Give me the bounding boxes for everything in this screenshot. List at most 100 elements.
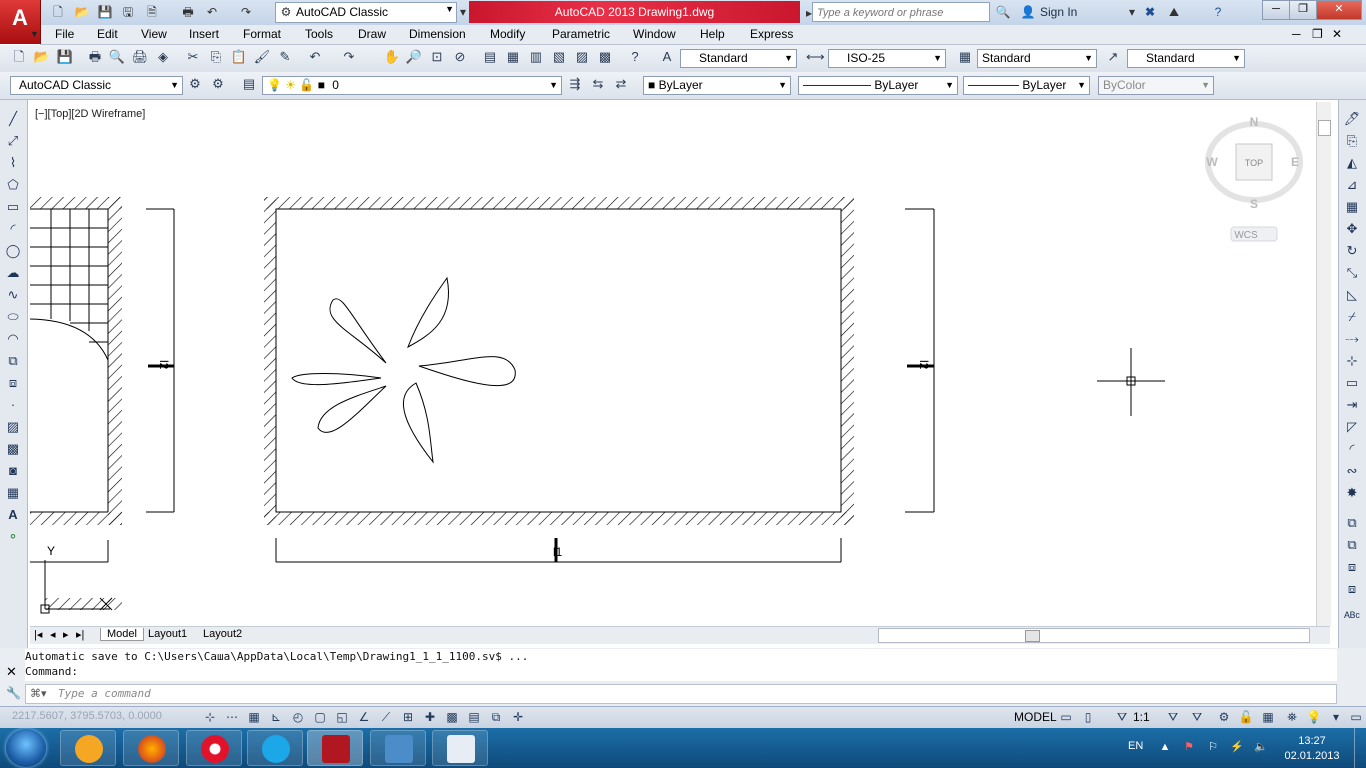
zoom-window-icon[interactable]: ⊡: [428, 48, 446, 66]
isolate-objects-icon[interactable]: ⛯: [1284, 709, 1300, 725]
binoculars-icon[interactable]: 🔍: [995, 4, 1011, 20]
quick-properties-icon[interactable]: ▤: [466, 709, 482, 725]
horizontal-scrollbar[interactable]: [878, 628, 1310, 643]
offset-icon[interactable]: ⊿: [1343, 176, 1361, 194]
draw-order-front-icon[interactable]: ⧉: [1343, 514, 1361, 532]
spline-icon[interactable]: ∿: [4, 286, 22, 304]
redo-icon[interactable]: ↷: [340, 48, 358, 66]
command-prompt-icon[interactable]: ⌘▾: [30, 687, 47, 700]
viewcube-south[interactable]: S: [1250, 197, 1258, 211]
last-tab-icon[interactable]: ▸|: [76, 628, 84, 641]
prev-tab-icon[interactable]: ◂: [50, 628, 56, 641]
hardware-acceleration-icon[interactable]: ▦: [1260, 709, 1276, 725]
circle-icon[interactable]: ◯: [4, 242, 22, 260]
viewcube-north[interactable]: N: [1250, 115, 1259, 129]
point-icon[interactable]: ·: [4, 396, 22, 414]
show-hidden-icons-icon[interactable]: ▲: [1158, 740, 1172, 754]
autodesk-360-icon[interactable]: ⛰: [1166, 4, 1182, 20]
dyn-icon[interactable]: ⊞: [400, 709, 416, 725]
blend-curves-icon[interactable]: ∾: [1343, 462, 1361, 480]
annotation-visibility-icon[interactable]: ⛛: [1165, 709, 1181, 725]
polygon-icon[interactable]: ⬠: [4, 176, 22, 194]
menu-edit[interactable]: Edit: [97, 27, 118, 41]
revision-cloud-icon[interactable]: ☁: [4, 264, 22, 282]
menu-dimension[interactable]: Dimension: [409, 27, 466, 41]
hatch-icon[interactable]: ▨: [4, 418, 22, 436]
transparency-icon[interactable]: ▩: [444, 709, 460, 725]
quick-view-drawings-icon[interactable]: ▯: [1080, 709, 1096, 725]
trim-icon[interactable]: ⌿: [1343, 308, 1361, 326]
action-center-icon[interactable]: ⚐: [1206, 740, 1220, 754]
layer-dropdown[interactable]: 💡 ☀ 🔓 ■ 0 ▼: [262, 76, 562, 95]
new-file-icon[interactable]: 🗋: [50, 4, 66, 20]
gear-icon[interactable]: ⚙: [186, 75, 204, 93]
minimize-button[interactable]: ─: [1262, 0, 1290, 20]
construction-line-icon[interactable]: ⤢: [4, 132, 22, 150]
drawing-canvas[interactable]: l2 l2 l1 Y TOP N S W E WCS: [30, 102, 1330, 626]
wcs-menu[interactable]: WCS: [1234, 230, 1258, 241]
otrack-icon[interactable]: ∠: [356, 709, 372, 725]
color-dropdown[interactable]: ■ ByLayer ▼: [643, 76, 791, 95]
search-input[interactable]: Type a keyword or phrase: [812, 2, 990, 22]
tab-layout1[interactable]: Layout1: [148, 628, 187, 640]
break-at-point-icon[interactable]: ⊹: [1343, 352, 1361, 370]
erase-icon[interactable]: 🖊: [1343, 110, 1361, 128]
copy-icon[interactable]: ⎘: [207, 48, 225, 66]
make-current-layer-icon[interactable]: ⇶: [566, 75, 584, 93]
clean-screen-icon[interactable]: ▭: [1348, 709, 1364, 725]
zoom-realtime-icon[interactable]: 🔎: [405, 48, 423, 66]
maximize-button[interactable]: ❐: [1289, 0, 1317, 20]
first-tab-icon[interactable]: |◂: [34, 628, 42, 641]
workspace-settings-icon[interactable]: ⚙: [209, 75, 227, 93]
close-icon[interactable]: ✕: [6, 664, 17, 680]
mirror-icon[interactable]: ◭: [1343, 154, 1361, 172]
taskbar-autocad[interactable]: [307, 730, 363, 766]
table-style-icon[interactable]: ▦: [956, 48, 974, 66]
plot-preview-icon[interactable]: 🔍: [108, 48, 126, 66]
auto-scale-icon[interactable]: ⛛: [1189, 709, 1205, 725]
layer-state-icon[interactable]: ⇄: [612, 75, 630, 93]
text-style-icon[interactable]: A: [658, 48, 676, 66]
help-icon[interactable]: ?: [626, 48, 644, 66]
extend-icon[interactable]: ⤏: [1343, 330, 1361, 348]
horizontal-scroll-thumb[interactable]: [1025, 630, 1040, 642]
cut-icon[interactable]: ✂: [184, 48, 202, 66]
lock-icon[interactable]: 🔓: [1238, 709, 1254, 725]
pan-icon[interactable]: ✋: [383, 48, 401, 66]
exchange-icon[interactable]: ✖: [1142, 4, 1158, 20]
selection-cycling-icon[interactable]: ⧉: [488, 709, 504, 725]
dim-style-dropdown[interactable]: ISO-25 ▼: [828, 49, 946, 68]
gradient-icon[interactable]: ▩: [4, 440, 22, 458]
menu-window[interactable]: Window: [633, 27, 676, 41]
wrench-icon[interactable]: 🔧: [6, 686, 21, 700]
workspace-dropdown-2[interactable]: AutoCAD Classic ▼: [10, 76, 183, 95]
taskbar-window[interactable]: [432, 730, 488, 766]
text-style-dropdown[interactable]: Standard ▼: [680, 49, 797, 68]
viewcube-top-face[interactable]: TOP: [1245, 158, 1263, 168]
menu-parametric[interactable]: Parametric: [552, 27, 610, 41]
3d-print-icon[interactable]: ◈: [154, 48, 172, 66]
table-icon[interactable]: ▦: [4, 484, 22, 502]
annotation-scale-value[interactable]: 1:1: [1133, 710, 1150, 724]
menu-help[interactable]: Help: [700, 27, 725, 41]
save-as-icon[interactable]: 🖫: [120, 4, 136, 20]
plot-icon[interactable]: 🖶: [180, 4, 196, 20]
insert-block-icon[interactable]: ⧉: [4, 352, 22, 370]
stretch-icon[interactable]: ◺: [1343, 286, 1361, 304]
send-under-icon[interactable]: ⧈: [1343, 580, 1361, 598]
publish-icon[interactable]: 🖨: [131, 48, 149, 66]
lwt-icon[interactable]: ✚: [422, 709, 438, 725]
grid-icon[interactable]: ▦: [246, 709, 262, 725]
language-indicator[interactable]: EN: [1128, 740, 1143, 752]
menu-draw[interactable]: Draw: [358, 27, 386, 41]
menu-close-icon[interactable]: ✕: [1332, 27, 1342, 41]
vertical-scrollbar[interactable]: [1316, 102, 1331, 626]
markup-icon[interactable]: ▨: [573, 48, 591, 66]
quickcalc-icon[interactable]: ▩: [596, 48, 614, 66]
taskbar-photo-viewer[interactable]: [370, 730, 426, 766]
cursor-coordinates[interactable]: 2217.5607, 3795.5703, 0.0000: [12, 710, 162, 722]
volume-icon[interactable]: 🔈: [1254, 740, 1268, 754]
annotation-monitor-icon[interactable]: ✛: [510, 709, 526, 725]
clock[interactable]: 13:27 02.01.2013: [1282, 734, 1342, 764]
ellipse-icon[interactable]: ⬭: [4, 308, 22, 326]
